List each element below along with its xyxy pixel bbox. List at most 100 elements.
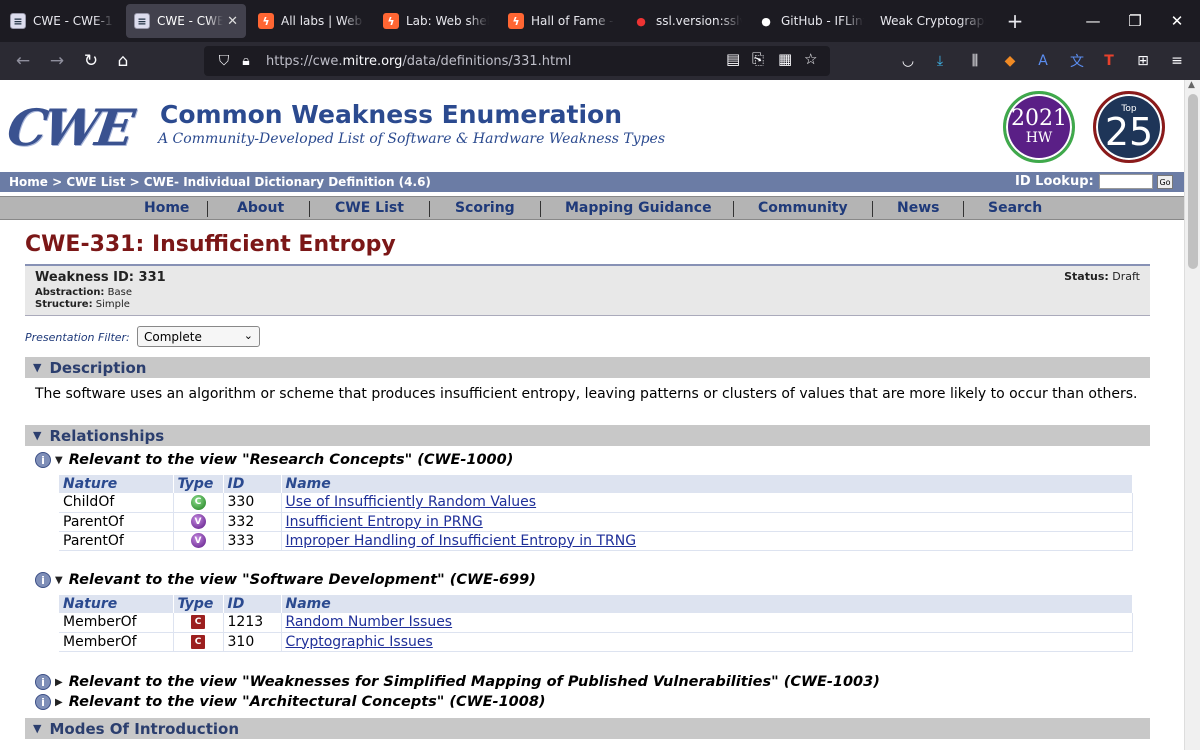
category-type-icon: C <box>191 615 205 630</box>
cwe-logo[interactable]: CWE <box>4 98 134 157</box>
section-modes-of-introduction[interactable]: ▼ Modes Of Introduction <box>25 718 1150 739</box>
download-icon[interactable]: ⤓ <box>930 51 950 71</box>
collapse-triangle-icon[interactable]: ▼ <box>33 429 41 442</box>
forward-icon[interactable]: → <box>44 49 70 73</box>
weakness-link[interactable]: Insufficient Entropy in PRNG <box>286 514 483 530</box>
tab-shodan[interactable]: ● ssl.version:sslv3 p <box>625 4 750 38</box>
tab-all-labs[interactable]: ϟ All labs | Web Se <box>250 4 372 38</box>
menu-news[interactable]: News <box>897 200 939 216</box>
pocket-icon[interactable]: ◡ <box>898 51 918 71</box>
view-title: Relevant to the view "Software Developme… <box>68 572 536 588</box>
home-icon[interactable]: ⌂ <box>110 49 136 73</box>
tab-cwe-134[interactable]: ≡ CWE - CWE-134 <box>2 4 122 38</box>
scroll-up-icon[interactable]: ▲ <box>1188 80 1195 90</box>
reader-view-icon[interactable]: ▤ <box>726 50 740 68</box>
menu-hamburger-icon[interactable]: ≡ <box>1167 51 1187 71</box>
name-cell: Use of Insufficiently Random Values <box>281 493 1133 513</box>
view-title: Relevant to the view "Architectural Conc… <box>68 694 546 710</box>
go-button[interactable]: Go <box>1157 175 1173 189</box>
menu-scoring[interactable]: Scoring <box>455 200 515 216</box>
weakness-link[interactable]: Use of Insufficiently Random Values <box>286 494 537 510</box>
name-cell: Random Number Issues <box>281 613 1133 633</box>
table-header-row: Nature Type ID Name <box>59 475 1133 493</box>
page-scrollbar[interactable]: ▲ <box>1184 80 1200 750</box>
minimize-icon[interactable]: — <box>1070 0 1116 42</box>
view-simplified-mapping[interactable]: i ▶ Relevant to the view "Weaknesses for… <box>35 674 880 690</box>
menu-mapping-guidance[interactable]: Mapping Guidance <box>565 200 712 216</box>
breadcrumb[interactable]: Home > CWE List > CWE- Individual Dictio… <box>9 175 431 189</box>
id-lookup-input[interactable] <box>1099 174 1153 189</box>
tab-github[interactable]: ● GitHub - IFLinfos <box>750 4 872 38</box>
structure-line: Structure: Simple <box>35 299 130 310</box>
section-description[interactable]: ▼ Description <box>25 357 1150 378</box>
restore-icon[interactable]: ❐ <box>1112 0 1158 42</box>
close-tab-icon[interactable]: ✕ <box>227 14 238 29</box>
collapse-triangle-icon[interactable]: ▼ <box>33 722 41 735</box>
info-icon[interactable]: i <box>35 674 51 690</box>
tab-hall-of-fame[interactable]: ϟ Hall of Fame - W <box>500 4 622 38</box>
tab-weak-crypto[interactable]: Weak Cryptography <box>872 4 994 38</box>
view-software-development[interactable]: i ▼ Relevant to the view "Software Devel… <box>35 572 536 588</box>
close-window-icon[interactable]: ✕ <box>1154 0 1200 42</box>
extension-translate2-icon[interactable]: 文 <box>1067 51 1087 71</box>
presentation-filter-label: Presentation Filter: <box>25 331 130 344</box>
url-text[interactable]: https://cwe.mitre.org/data/definitions/3… <box>266 54 571 69</box>
menu-search[interactable]: Search <box>988 200 1042 216</box>
menu-home[interactable]: Home <box>144 200 189 216</box>
collapsed-triangle-icon[interactable]: ▶ <box>55 697 63 708</box>
tab-title: All labs | Web Se <box>281 14 364 28</box>
translate-icon[interactable]: ⎘ <box>752 50 764 68</box>
col-type: Type <box>173 595 224 613</box>
menu-about[interactable]: About <box>237 200 284 216</box>
scrollbar-thumb[interactable] <box>1188 94 1198 269</box>
new-tab-button[interactable]: + <box>1000 4 1030 38</box>
id-cell: 310 <box>223 632 282 652</box>
category-link[interactable]: Random Number Issues <box>286 614 453 630</box>
presentation-filter-select[interactable]: Complete ⌄ <box>137 326 260 347</box>
col-name: Name <box>281 595 1133 613</box>
reload-icon[interactable]: ↻ <box>78 49 104 73</box>
address-bar[interactable]: ⛉ 🔒︎ https://cwe.mitre.org/data/definiti… <box>204 46 830 76</box>
category-type-icon: C <box>191 634 205 649</box>
section-relationships[interactable]: ▼ Relationships <box>25 425 1150 446</box>
tab-title: Lab: Web shell up <box>406 14 489 28</box>
expanded-triangle-icon[interactable]: ▼ <box>55 455 63 466</box>
tab-lab-web-shell[interactable]: ϟ Lab: Web shell up <box>375 4 497 38</box>
top-25-badge[interactable]: Top 25 <box>1093 91 1165 163</box>
view-research-concepts[interactable]: i ▼ Relevant to the view "Research Conce… <box>35 452 513 468</box>
menu-separator <box>540 201 541 217</box>
extension-t-icon[interactable]: T <box>1099 51 1119 71</box>
extension-translate-icon[interactable]: A <box>1033 51 1053 71</box>
collapsed-triangle-icon[interactable]: ▶ <box>55 677 63 688</box>
extension-fox-icon[interactable]: ◆ <box>1000 51 1020 71</box>
github-favicon-icon: ● <box>761 14 771 28</box>
shield-icon[interactable]: ⛉ <box>214 53 234 69</box>
extensions-icon[interactable]: ⊞ <box>1133 51 1153 71</box>
view-architectural-concepts[interactable]: i ▶ Relevant to the view "Architectural … <box>35 694 546 710</box>
info-icon[interactable]: i <box>35 572 51 588</box>
top-hw-2021-badge[interactable]: 2021 HW <box>1003 91 1075 163</box>
relationships-table-software-dev: Nature Type ID Name MemberOf C 1213 Rand… <box>59 595 1133 652</box>
menu-cwe-list[interactable]: CWE List <box>335 200 404 216</box>
view-title: Relevant to the view "Weaknesses for Sim… <box>68 674 880 690</box>
lock-icon[interactable]: 🔒︎ <box>236 53 256 69</box>
tab-title: GitHub - IFLinfos <box>781 14 864 28</box>
bookmark-star-icon[interactable]: ☆ <box>804 50 817 68</box>
info-icon[interactable]: i <box>35 452 51 468</box>
expanded-triangle-icon[interactable]: ▼ <box>55 575 63 586</box>
id-lookup-label: ID Lookup: <box>1015 174 1094 189</box>
id-cell: 332 <box>223 512 282 532</box>
info-icon[interactable]: i <box>35 694 51 710</box>
collapse-triangle-icon[interactable]: ▼ <box>33 361 41 374</box>
category-link[interactable]: Cryptographic Issues <box>286 634 433 650</box>
qr-code-icon[interactable]: ▦ <box>778 50 792 68</box>
cwe-favicon-icon: ≡ <box>134 13 150 29</box>
id-cell: 330 <box>223 493 282 513</box>
view-title: Relevant to the view "Research Concepts"… <box>68 452 514 468</box>
tab-cwe-331[interactable]: ≡ CWE - CWE-331 ✕ <box>126 4 246 38</box>
back-icon[interactable]: ← <box>10 49 36 73</box>
library-icon[interactable]: ⫼ <box>965 51 985 71</box>
menu-community[interactable]: Community <box>758 200 848 216</box>
weakness-link[interactable]: Improper Handling of Insufficient Entrop… <box>286 533 637 549</box>
nature-cell: MemberOf <box>59 632 174 652</box>
